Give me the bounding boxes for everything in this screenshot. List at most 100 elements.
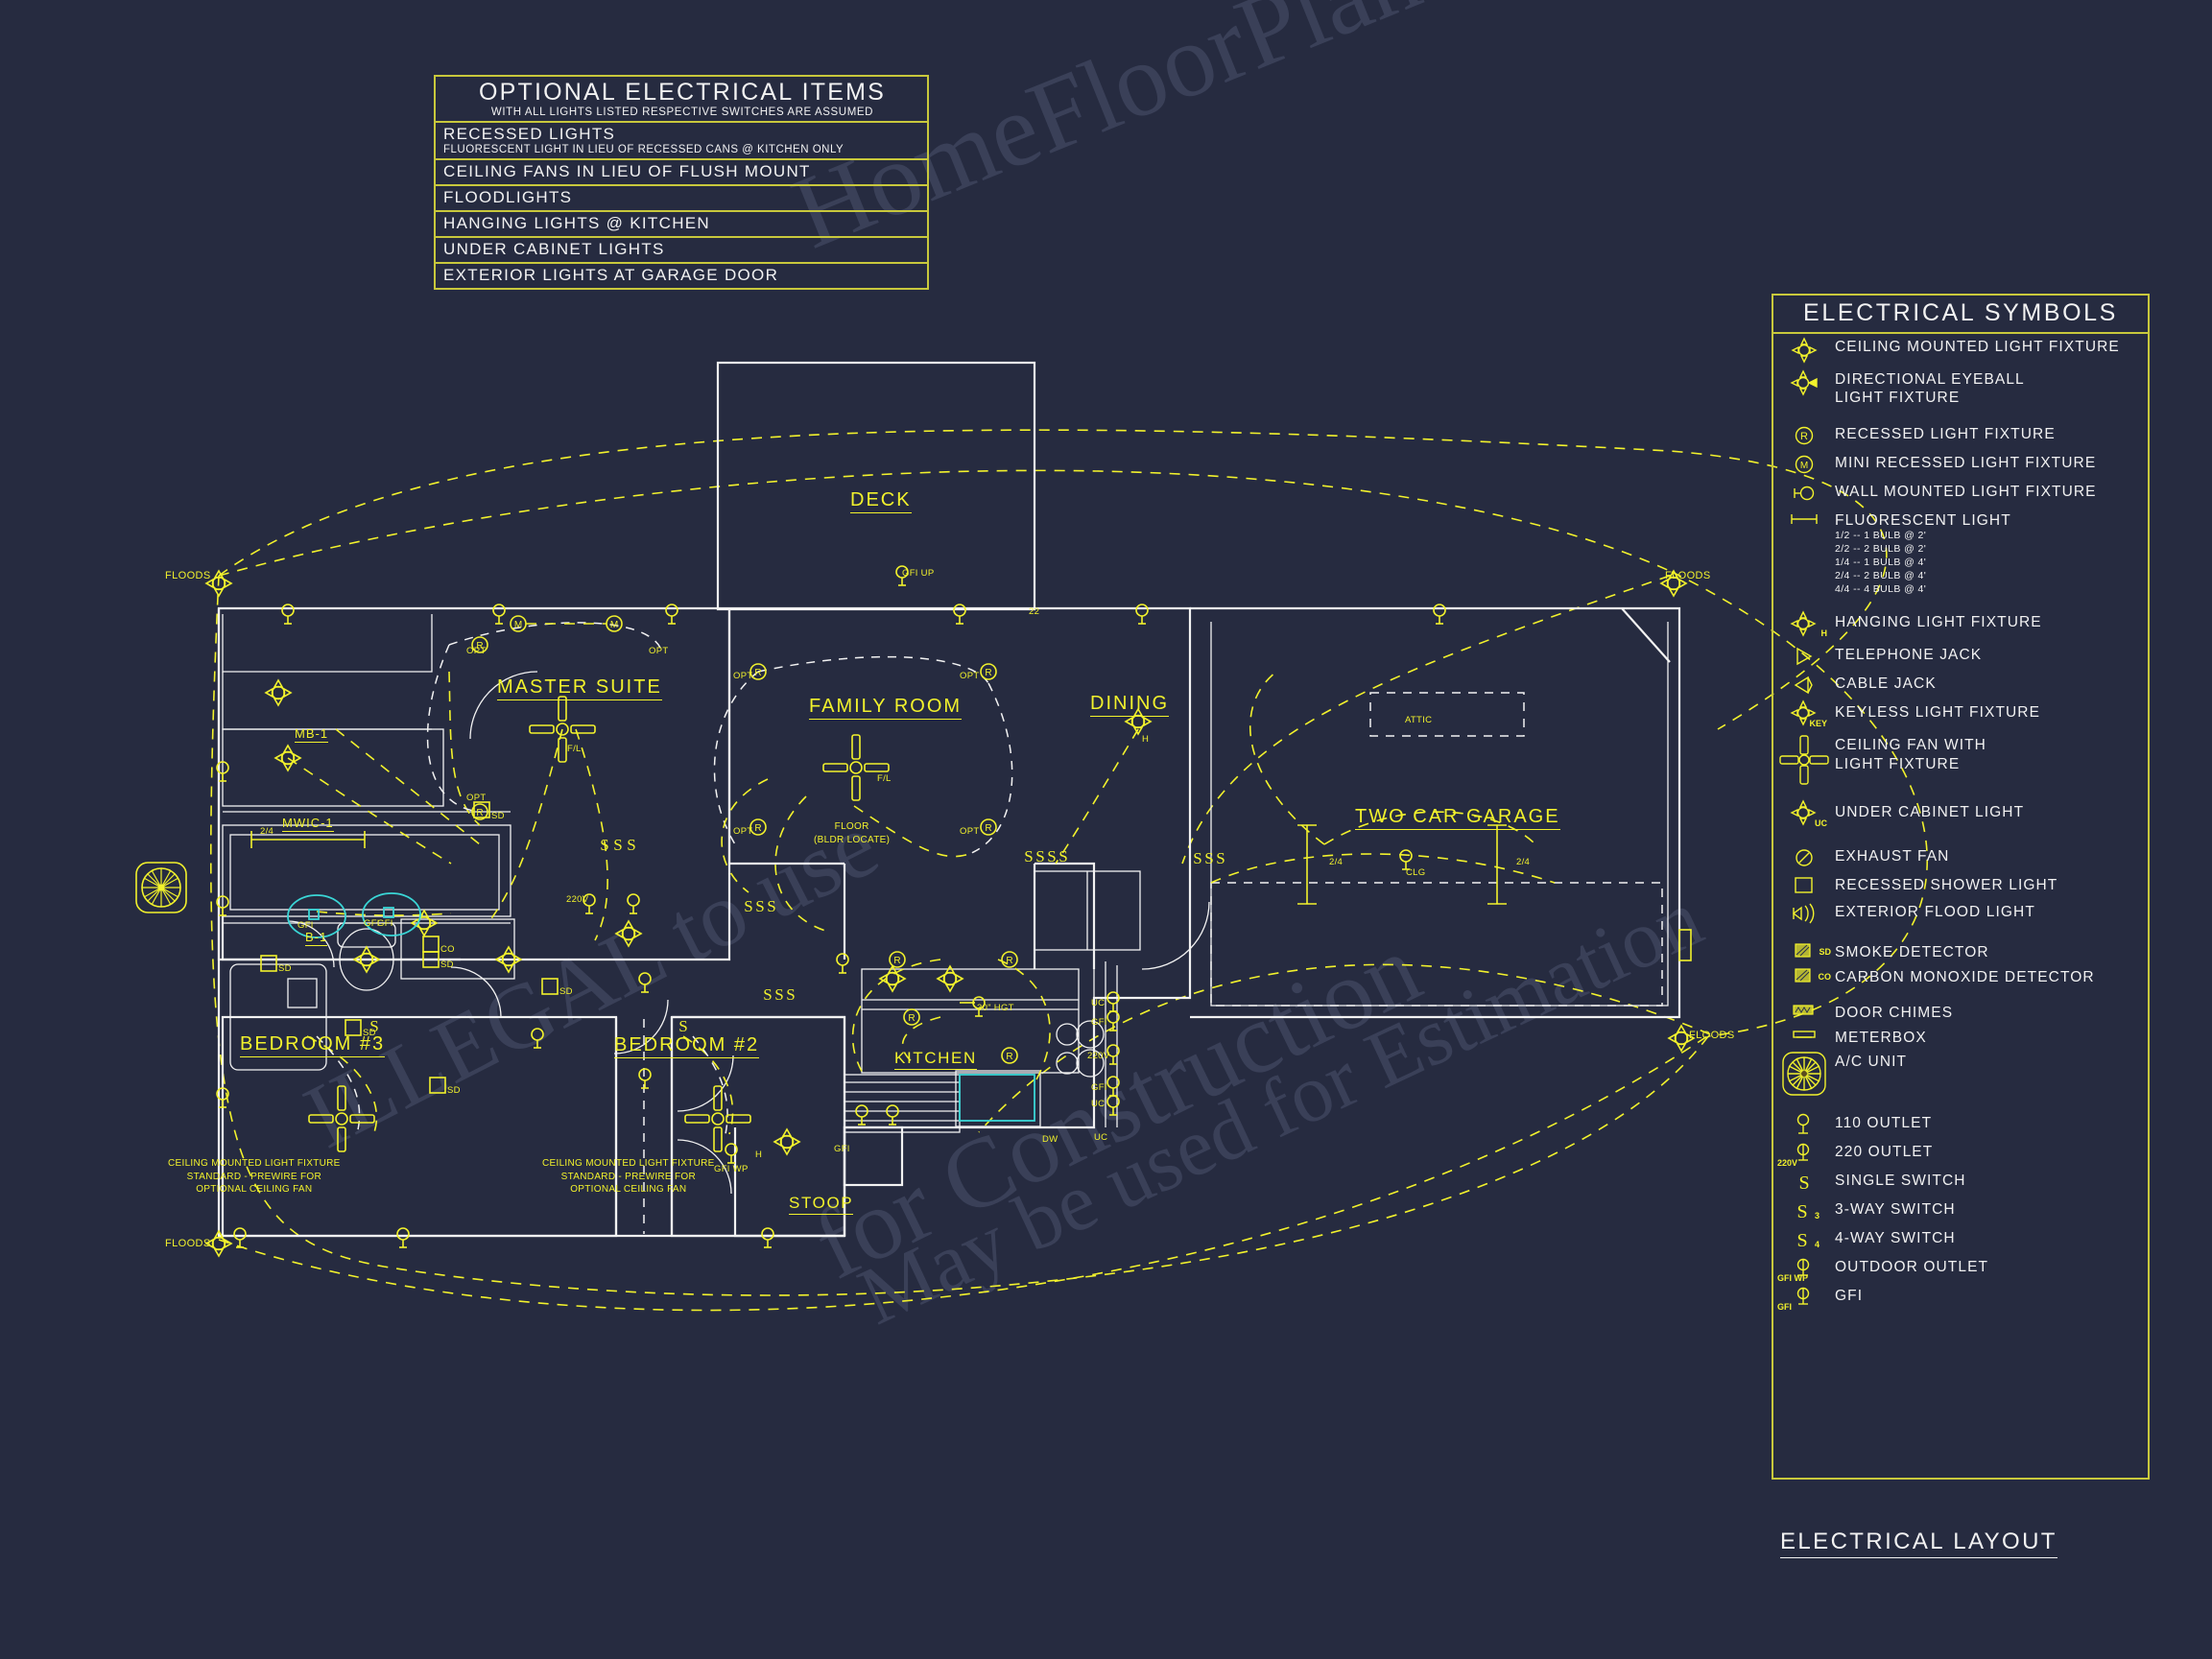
- room-label: STOOP: [789, 1194, 854, 1215]
- optional-item-label: EXTERIOR LIGHTS AT GARAGE DOOR: [443, 266, 779, 284]
- symbol-legend-subline: 1/4 -- 1 BULB @ 4': [1835, 556, 1927, 568]
- symbol-legend-label: METERBOX: [1835, 1029, 1927, 1046]
- symbol-tag: 220V: [1777, 1157, 1798, 1168]
- 3-way-switch-icon: S3: [1773, 1198, 1835, 1223]
- under-cabinet-light-icon: UC: [1773, 799, 1835, 830]
- optional-item-row: RECESSED LIGHTS FLUORESCENT LIGHT IN LIE…: [436, 121, 927, 158]
- plan-note: CEILING MOUNTED LIGHT FIXTURE STANDARD - …: [168, 1157, 341, 1197]
- symbol-legend-row: EXHAUST FAN: [1773, 843, 2148, 872]
- plan-annotation: UC: [1094, 1132, 1108, 1143]
- plan-annotation: OPT: [649, 646, 669, 656]
- plan-annotation: FLOODS: [165, 570, 211, 581]
- room-label: MB-1: [295, 726, 329, 743]
- plan-note-line: OPTIONAL CEILING FAN: [570, 1184, 687, 1195]
- recessed-light-fixture-icon: R: [1773, 423, 1835, 448]
- optional-item-label: FLOODLIGHTS: [443, 188, 573, 206]
- keyless-light-fixture-icon: KEY: [1773, 699, 1835, 730]
- symbol-legend-row: S SINGLE SWITCH: [1773, 1168, 2148, 1197]
- symbol-legend-label: DOOR CHIMES: [1835, 1005, 1954, 1022]
- optional-item-row: CEILING FANS IN LIEU OF FLUSH MOUNT: [436, 158, 927, 184]
- plan-annotation: 220V: [566, 894, 589, 905]
- symbols-list: CEILING MOUNTED LIGHT FIXTURE DIRECTIONA…: [1773, 334, 2148, 1312]
- symbol-legend-label: WALL MOUNTED LIGHT FIXTURE: [1835, 483, 2097, 500]
- symbol-legend-row: SD SMOKE DETECTOR: [1773, 939, 2148, 963]
- symbol-legend-label: TELEPHONE JACK: [1835, 647, 1983, 664]
- symbol-legend-row: S 4 4-WAY SWITCH: [1773, 1225, 2148, 1254]
- symbol-legend-label: SMOKE DETECTOR: [1835, 944, 1989, 961]
- plan-annotation: SD: [363, 1028, 376, 1038]
- symbol-legend-row: TELEPHONE JACK: [1773, 642, 2148, 671]
- cable-jack-icon: [1773, 673, 1835, 698]
- symbol-legend-label: CEILING FAN WITH LIGHT FIXTURE: [1835, 737, 1986, 772]
- exterior-flood-light-icon: [1773, 901, 1835, 926]
- symbol-legend-row: M MINI RECESSED LIGHT FIXTURE: [1773, 450, 2148, 479]
- legend-spacer: [1773, 832, 2148, 843]
- plan-annotation: H: [755, 1149, 763, 1160]
- legend-spacer: [1773, 988, 2148, 1000]
- symbol-legend-label: MINI RECESSED LIGHT FIXTURE: [1835, 454, 2097, 471]
- symbol-legend-row: H HANGING LIGHT FIXTURE: [1773, 609, 2148, 642]
- symbol-legend-subline: 1/2 -- 1 BULB @ 2': [1835, 530, 1927, 542]
- optional-item-row: HANGING LIGHTS @ KITCHEN: [436, 210, 927, 236]
- symbol-legend-label: EXTERIOR FLOOD LIGHT: [1835, 904, 2035, 921]
- room-label: MWIC-1: [282, 816, 334, 832]
- plan-annotation: SD: [447, 1085, 461, 1096]
- optional-item-note: FLUORESCENT LIGHT IN LIEU OF RECESSED CA…: [443, 144, 844, 155]
- exhaust-fan-icon: [1773, 845, 1835, 870]
- svg-text:M: M: [1800, 461, 1808, 471]
- plan-annotation: UC: [1091, 998, 1106, 1008]
- plan-annotation: GFI UP: [902, 568, 935, 579]
- outdoor-outlet-icon: GFI WP: [1773, 1256, 1835, 1283]
- electrical-symbols-legend: ELECTRICAL SYMBOLS CEILING MOUNTED LIGHT…: [1772, 294, 2150, 1480]
- wall-mounted-light-fixture-icon: [1773, 481, 1835, 506]
- hanging-light-fixture-icon: H: [1773, 610, 1835, 640]
- gfi-icon: GFI: [1773, 1285, 1835, 1312]
- symbol-tag: GFI WP: [1777, 1272, 1808, 1283]
- optional-item-row: FLOODLIGHTS: [436, 184, 927, 210]
- optional-items-title: OPTIONAL ELECTRICAL ITEMS: [478, 79, 887, 106]
- symbol-legend-label: CARBON MONOXIDE DETECTOR: [1835, 968, 2095, 985]
- plan-annotation: GFI: [364, 918, 380, 929]
- room-label: KITCHEN: [894, 1049, 977, 1070]
- plan-annotation: SD: [440, 960, 454, 970]
- plan-annotation: OPT: [960, 671, 980, 681]
- room-label: FAMILY ROOM: [809, 696, 963, 720]
- symbol-legend-row: FLUORESCENT LIGHT 1/2 -- 1 BULB @ 2' 2/2 -…: [1773, 508, 2148, 599]
- symbol-tag: H: [1820, 628, 1828, 639]
- symbol-tag: GFI: [1777, 1301, 1792, 1312]
- symbol-legend-subline: 2/2 -- 2 BULB @ 2': [1835, 542, 1927, 555]
- room-label: TWO CAR GARAGE: [1355, 806, 1560, 830]
- symbol-legend-row: CABLE JACK: [1773, 671, 2148, 699]
- symbol-legend-label: A/C UNIT: [1835, 1053, 1908, 1070]
- plan-annotation: 2/4: [1329, 857, 1344, 867]
- mini-recessed-light-fixture-icon: M: [1773, 452, 1835, 477]
- plan-note-line: CEILING MOUNTED LIGHT FIXTURE: [542, 1158, 715, 1169]
- optional-item-label: HANGING LIGHTS @ KITCHEN: [443, 214, 710, 232]
- symbol-legend-row: DIRECTIONAL EYEBALL LIGHT FIXTURE: [1773, 367, 2148, 410]
- plan-annotation: F/L: [567, 744, 582, 754]
- plan-annotation: ATTIC: [1405, 715, 1433, 725]
- symbol-legend-label: RECESSED SHOWER LIGHT: [1835, 877, 2058, 894]
- symbols-legend-title: ELECTRICAL SYMBOLS: [1773, 296, 2148, 334]
- symbol-legend-row: RECESSED SHOWER LIGHT: [1773, 872, 2148, 899]
- optional-electrical-items-table: OPTIONAL ELECTRICAL ITEMS WITH ALL LIGHT…: [434, 75, 929, 290]
- svg-text:S: S: [1798, 1173, 1809, 1194]
- legend-spacer: [1773, 410, 2148, 421]
- plan-annotation: FLOODS: [1665, 570, 1711, 581]
- legend-spacer: [1773, 1099, 2148, 1110]
- optional-items-subtitle: WITH ALL LIGHTS LISTED RESPECTIVE SWITCH…: [490, 107, 874, 118]
- legend-spacer: [1773, 598, 2148, 609]
- symbol-legend-row: METERBOX: [1773, 1025, 2148, 1049]
- symbol-legend-row: GFI GFI: [1773, 1283, 2148, 1312]
- symbol-tag: UC: [1815, 818, 1827, 829]
- room-label: MASTER SUITE: [497, 676, 662, 700]
- symbol-legend-label: 220 OUTLET: [1835, 1143, 1934, 1160]
- symbol-legend-label: SINGLE SWITCH: [1835, 1172, 1966, 1189]
- 220-outlet-icon: 220V: [1773, 1141, 1835, 1168]
- plan-note: FLOOR (BLDR LOCATE): [814, 820, 890, 846]
- plan-annotation: CLG: [1406, 867, 1426, 878]
- legend-spacer: [1773, 788, 2148, 799]
- room-label: BEDROOM #2: [614, 1034, 760, 1058]
- legend-spacer: [1773, 928, 2148, 939]
- symbol-legend-label: 3-WAY SWITCH: [1835, 1200, 1956, 1218]
